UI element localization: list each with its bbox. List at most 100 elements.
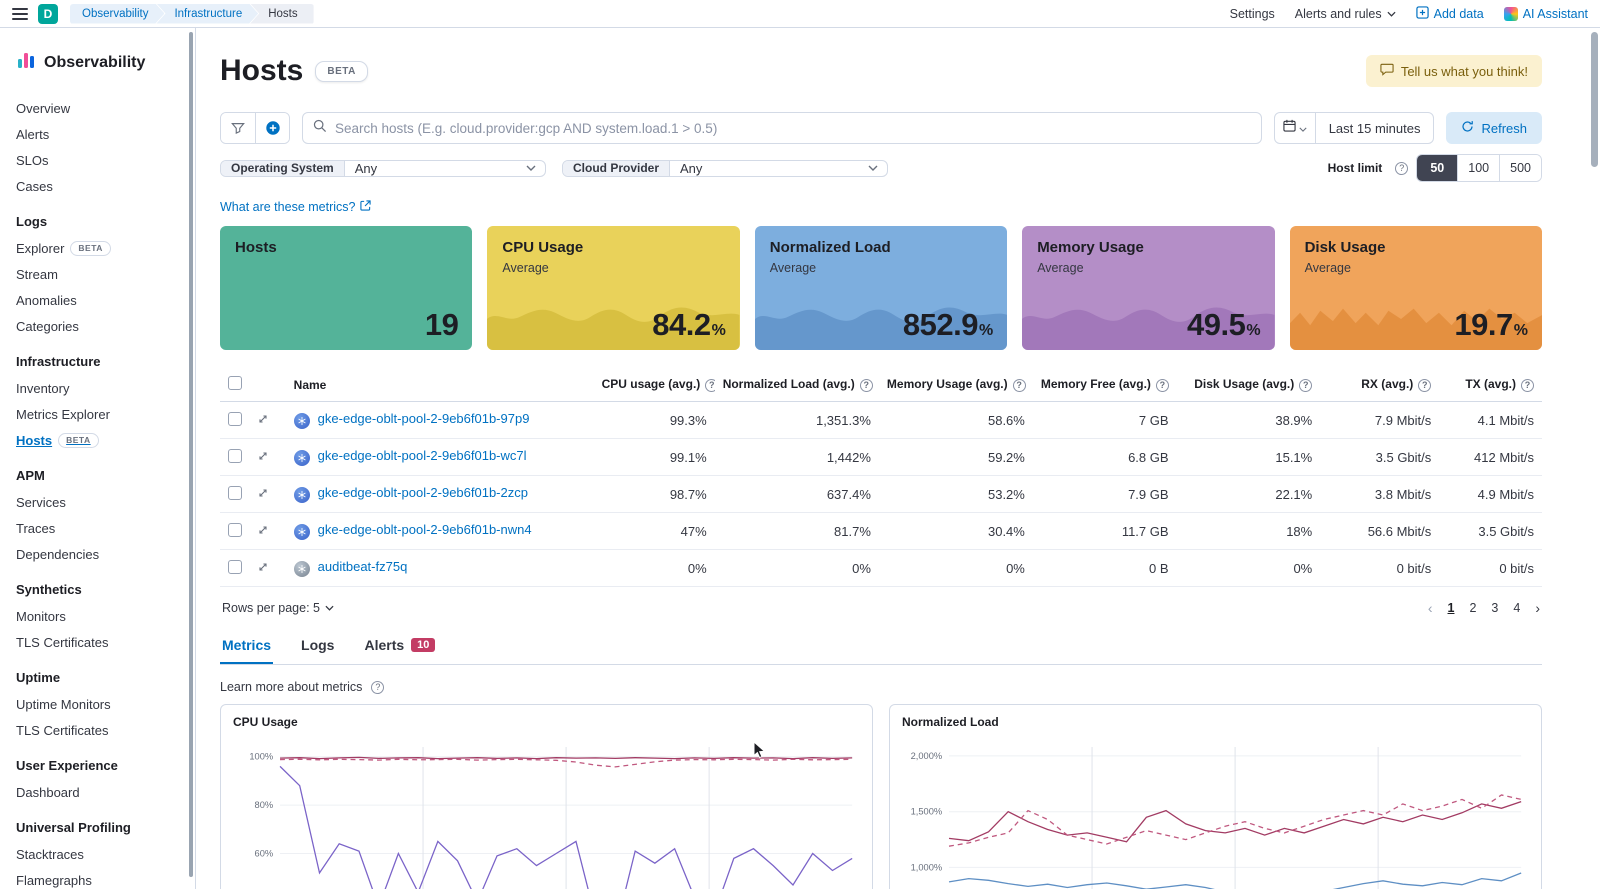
row-checkbox[interactable] [228, 523, 242, 537]
search-input[interactable] [335, 121, 1251, 136]
settings-link[interactable]: Settings [1230, 7, 1275, 21]
sidebar-item-anomalies[interactable]: Anomalies [16, 293, 181, 308]
next-page-icon[interactable]: › [1535, 600, 1540, 616]
alerts-and-rules-menu[interactable]: Alerts and rules [1295, 7, 1396, 21]
sidebar-item-cases[interactable]: Cases [16, 179, 181, 194]
tab-metrics[interactable]: Metrics [220, 628, 273, 664]
expand-row-icon[interactable] [257, 487, 269, 499]
what-are-these-metrics-link[interactable]: What are these metrics? [220, 200, 371, 214]
tab-logs[interactable]: Logs [299, 628, 336, 664]
sidebar-item-alerts[interactable]: Alerts [16, 127, 181, 142]
metric-tile-hosts[interactable]: Hosts 19 [220, 226, 472, 350]
sidebar-item-categories[interactable]: Categories [16, 319, 181, 334]
add-filter-button[interactable] [255, 113, 289, 143]
filter-button[interactable] [221, 113, 255, 143]
sidebar-item-overview[interactable]: Overview [16, 101, 181, 116]
time-range-value[interactable]: Last 15 minutes [1316, 121, 1434, 136]
column-header-disk-usage-avg[interactable]: Disk Usage (avg.)? [1177, 368, 1321, 402]
metric-tile-normalized-load[interactable]: Normalized Load Average 852.9 % [755, 226, 1007, 350]
sidebar-item-uptime-monitors[interactable]: Uptime Monitors [16, 697, 181, 712]
operating-system-select[interactable]: Operating System Any [220, 160, 546, 177]
row-checkbox[interactable] [228, 449, 242, 463]
sidebar-item-traces[interactable]: Traces [16, 521, 181, 536]
metric-tile-memory-usage[interactable]: Memory Usage Average 49.5 % [1022, 226, 1274, 350]
page-scrollbar[interactable] [1591, 32, 1598, 167]
sidebar-item-stacktraces[interactable]: Stacktraces [16, 847, 181, 862]
feedback-button[interactable]: Tell us what you think! [1366, 55, 1542, 87]
sidebar-section-heading: Synthetics [16, 582, 181, 597]
column-header-tx-avg[interactable]: TX (avg.)? [1439, 368, 1542, 402]
info-icon[interactable]: ? [1418, 379, 1431, 392]
info-icon[interactable]: ? [1299, 379, 1312, 392]
host-limit-option-50[interactable]: 50 [1417, 155, 1457, 181]
date-picker[interactable]: Last 15 minutes [1274, 112, 1435, 144]
info-icon[interactable]: ? [371, 681, 384, 694]
sidebar-item-tls-certificates[interactable]: TLS Certificates [16, 635, 181, 650]
info-icon[interactable]: ? [1013, 379, 1026, 392]
sidebar-item-dashboard[interactable]: Dashboard [16, 785, 181, 800]
expand-row-icon[interactable] [257, 413, 269, 425]
sidebar-section: APM Services Traces Dependencies [16, 468, 181, 562]
refresh-button[interactable]: Refresh [1446, 112, 1542, 144]
breadcrumb-hosts[interactable]: Hosts [250, 4, 313, 24]
page-number-3[interactable]: 3 [1491, 601, 1498, 615]
expand-row-icon[interactable] [257, 561, 269, 573]
expand-row-icon[interactable] [257, 450, 269, 462]
tab-alerts[interactable]: Alerts 10 [362, 628, 437, 664]
sidebar-item-metrics-explorer[interactable]: Metrics Explorer [16, 407, 181, 422]
sidebar-item-slos[interactable]: SLOs [16, 153, 181, 168]
row-checkbox[interactable] [228, 486, 242, 500]
ai-assistant-button[interactable]: AI Assistant [1504, 7, 1588, 21]
menu-icon[interactable] [12, 8, 28, 20]
column-header-name[interactable]: Name [286, 368, 594, 402]
cloud-provider-select[interactable]: Cloud Provider Any [562, 160, 888, 177]
sidebar-item-hosts[interactable]: Hosts BETA [16, 433, 181, 448]
sidebar-item-label: Explorer [16, 241, 64, 256]
column-header-memory-free-avg[interactable]: Memory Free (avg.)? [1033, 368, 1177, 402]
sidebar-item-services[interactable]: Services [16, 495, 181, 510]
host-name-link[interactable]: gke-edge-oblt-pool-2-9eb6f01b-2zcp [318, 485, 528, 500]
add-data-link[interactable]: Add data [1416, 6, 1484, 22]
breadcrumb-infrastructure[interactable]: Infrastructure [156, 4, 258, 24]
host-limit-option-100[interactable]: 100 [1457, 155, 1499, 181]
metric-tile-cpu-usage[interactable]: CPU Usage Average 84.2 % [487, 226, 739, 350]
page-number-2[interactable]: 2 [1469, 601, 1476, 615]
host-name-link[interactable]: gke-edge-oblt-pool-2-9eb6f01b-97p9 [318, 411, 530, 426]
page-number-1[interactable]: 1 [1448, 601, 1455, 615]
sidebar-item-inventory[interactable]: Inventory [16, 381, 181, 396]
space-avatar[interactable]: D [38, 4, 58, 24]
sidebar-item-explorer[interactable]: Explorer BETA [16, 241, 181, 256]
info-icon[interactable]: ? [860, 379, 873, 392]
info-icon[interactable]: ? [1156, 379, 1169, 392]
row-checkbox[interactable] [228, 412, 242, 426]
info-icon[interactable]: ? [1521, 379, 1534, 392]
host-name-link[interactable]: auditbeat-fz75q [318, 559, 408, 574]
column-header-memory-usage-avg[interactable]: Memory Usage (avg.)? [879, 368, 1033, 402]
host-name-link[interactable]: gke-edge-oblt-pool-2-9eb6f01b-wc7l [318, 448, 527, 463]
info-icon[interactable]: ? [1395, 162, 1408, 175]
breadcrumb-observability[interactable]: Observability [70, 4, 164, 24]
host-limit-option-500[interactable]: 500 [1499, 155, 1541, 181]
sidebar-item-flamegraphs[interactable]: Flamegraphs [16, 873, 181, 888]
sidebar-scrollbar[interactable] [189, 32, 193, 877]
rows-per-page-button[interactable]: Rows per page: 5 [222, 601, 334, 615]
sidebar-item-stream[interactable]: Stream [16, 267, 181, 282]
sidebar-item-tls-certificates[interactable]: TLS Certificates [16, 723, 181, 738]
row-checkbox[interactable] [228, 560, 242, 574]
tile-title: Memory Usage [1037, 239, 1259, 256]
sidebar-item-dependencies[interactable]: Dependencies [16, 547, 181, 562]
column-header-normalized-load-avg[interactable]: Normalized Load (avg.)? [715, 368, 879, 402]
expand-row-icon[interactable] [257, 524, 269, 536]
learn-more-about-metrics[interactable]: Learn more about metrics ? [220, 680, 384, 694]
select-all-checkbox[interactable] [228, 376, 242, 390]
info-icon[interactable]: ? [705, 379, 714, 392]
column-header-cpu-usage-avg[interactable]: CPU usage (avg.)?↓ [594, 368, 715, 402]
previous-page-icon[interactable]: ‹ [1428, 600, 1433, 616]
metric-tile-disk-usage[interactable]: Disk Usage Average 19.7 % [1290, 226, 1542, 350]
sidebar-item-monitors[interactable]: Monitors [16, 609, 181, 624]
line-chart: 2,000%1,500%1,000%500% [902, 737, 1529, 889]
host-name-link[interactable]: gke-edge-oblt-pool-2-9eb6f01b-nwn4 [318, 522, 532, 537]
page-number-4[interactable]: 4 [1513, 601, 1520, 615]
column-header-rx-avg[interactable]: RX (avg.)? [1320, 368, 1439, 402]
tile-subtitle: Average [502, 261, 724, 275]
